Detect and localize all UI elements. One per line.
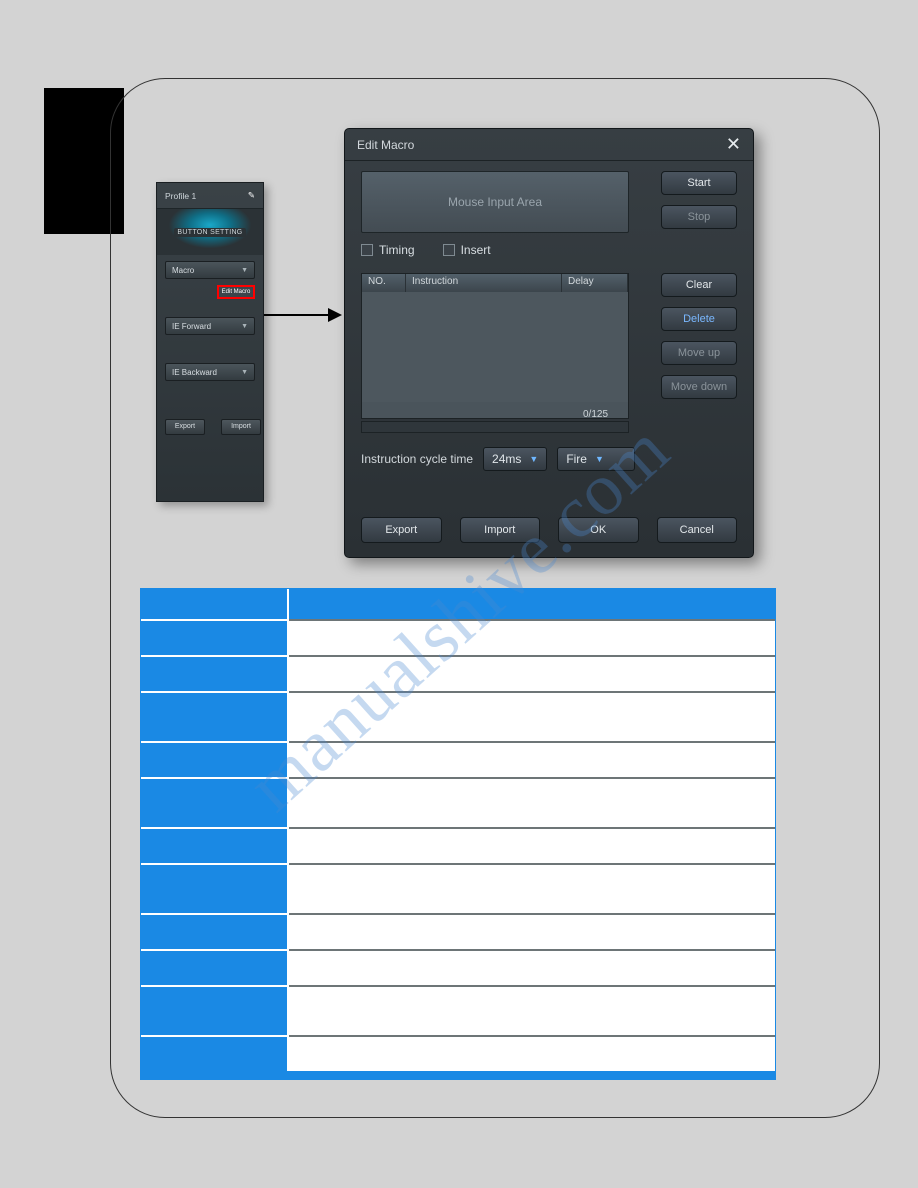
panel-import-button[interactable]: Import [221, 419, 261, 435]
timing-label: Timing [379, 243, 415, 257]
col-instruction: Instruction [406, 274, 562, 292]
table-feature-label [141, 619, 289, 655]
start-button[interactable]: Start [661, 171, 737, 195]
section-title: BUTTON SETTING [174, 228, 245, 237]
table-feature-desc [289, 985, 775, 1035]
ie-forward-label: IE Forward [172, 322, 211, 331]
table-feature-label [141, 1035, 289, 1071]
table-row [141, 949, 775, 985]
table-row [141, 589, 775, 619]
chevron-down-icon: ▼ [241, 323, 248, 330]
stop-button[interactable]: Stop [661, 205, 737, 229]
profile-label: Profile 1 [165, 191, 196, 201]
table-feature-label [141, 691, 289, 741]
cycle-time-label: Instruction cycle time [361, 452, 473, 466]
table-row [141, 913, 775, 949]
cancel-button[interactable]: Cancel [657, 517, 738, 543]
move-down-button[interactable]: Move down [661, 375, 737, 399]
edit-macro-dialog: Edit Macro ✕ Mouse Input Area Start Stop… [344, 128, 754, 558]
table-feature-desc [289, 1035, 775, 1071]
table-row [141, 655, 775, 691]
chevron-down-icon: ▼ [529, 454, 538, 464]
pencil-icon[interactable]: ✎ [248, 190, 255, 201]
checkbox-icon [361, 244, 373, 256]
table-feature-label [141, 985, 289, 1035]
table-feature-desc [289, 949, 775, 985]
table-feature-desc [289, 589, 775, 619]
fire-dropdown[interactable]: Fire ▼ [557, 447, 635, 471]
edit-macro-button[interactable]: Edit Macro [217, 285, 255, 299]
table-feature-label [141, 655, 289, 691]
table-row [141, 827, 775, 863]
col-delay: Delay [562, 274, 628, 292]
table-feature-desc [289, 741, 775, 777]
table-row [141, 863, 775, 913]
macro-dropdown-label: Macro [172, 266, 194, 275]
table-feature-desc [289, 655, 775, 691]
table-feature-label [141, 827, 289, 863]
close-icon[interactable]: ✕ [726, 134, 741, 155]
chevron-down-icon: ▼ [595, 454, 604, 464]
table-row [141, 1035, 775, 1071]
col-no: NO. [362, 274, 406, 292]
table-feature-label [141, 913, 289, 949]
table-feature-desc [289, 863, 775, 913]
table-feature-desc [289, 827, 775, 863]
checkbox-icon [443, 244, 455, 256]
macro-dropdown[interactable]: Macro ▼ [165, 261, 255, 279]
table-feature-label [141, 741, 289, 777]
move-up-button[interactable]: Move up [661, 341, 737, 365]
import-button[interactable]: Import [460, 517, 541, 543]
table-row [141, 741, 775, 777]
panel-export-button[interactable]: Export [165, 419, 205, 435]
table-feature-label [141, 949, 289, 985]
button-setting-panel: Profile 1 ✎ BUTTON SETTING Macro ▼ Edit … [156, 182, 264, 502]
table-row [141, 691, 775, 741]
chevron-down-icon: ▼ [241, 369, 248, 376]
arrow-icon [264, 305, 344, 325]
ok-button[interactable]: OK [558, 517, 639, 543]
insert-label: Insert [461, 243, 491, 257]
table-feature-desc [289, 691, 775, 741]
clear-button[interactable]: Clear [661, 273, 737, 297]
instruction-table: NO. Instruction Delay [361, 273, 629, 419]
ie-backward-label: IE Backward [172, 368, 217, 377]
cycle-time-dropdown[interactable]: 24ms ▼ [483, 447, 547, 471]
dialog-title: Edit Macro [357, 138, 414, 152]
table-feature-desc [289, 619, 775, 655]
table-feature-label [141, 589, 289, 619]
table-row [141, 985, 775, 1035]
ie-backward-dropdown[interactable]: IE Backward ▼ [165, 363, 255, 381]
instruction-count: 0/125 [583, 409, 608, 420]
table-feature-label [141, 777, 289, 827]
ie-forward-dropdown[interactable]: IE Forward ▼ [165, 317, 255, 335]
fire-value: Fire [566, 452, 587, 466]
table-feature-desc [289, 777, 775, 827]
mouse-input-area[interactable]: Mouse Input Area [361, 171, 629, 233]
cycle-time-value: 24ms [492, 452, 521, 466]
delete-button[interactable]: Delete [661, 307, 737, 331]
export-button[interactable]: Export [361, 517, 442, 543]
mouse-input-label: Mouse Input Area [448, 195, 542, 209]
timing-checkbox[interactable]: Timing [361, 243, 415, 257]
feature-table [140, 588, 776, 1080]
table-row [141, 619, 775, 655]
instruction-list[interactable] [362, 292, 628, 402]
table-feature-label [141, 863, 289, 913]
insert-checkbox[interactable]: Insert [443, 243, 491, 257]
scrollbar[interactable] [361, 421, 629, 433]
table-feature-desc [289, 913, 775, 949]
table-row [141, 777, 775, 827]
panel-header-graphic: BUTTON SETTING [157, 209, 263, 255]
chevron-down-icon: ▼ [241, 267, 248, 274]
